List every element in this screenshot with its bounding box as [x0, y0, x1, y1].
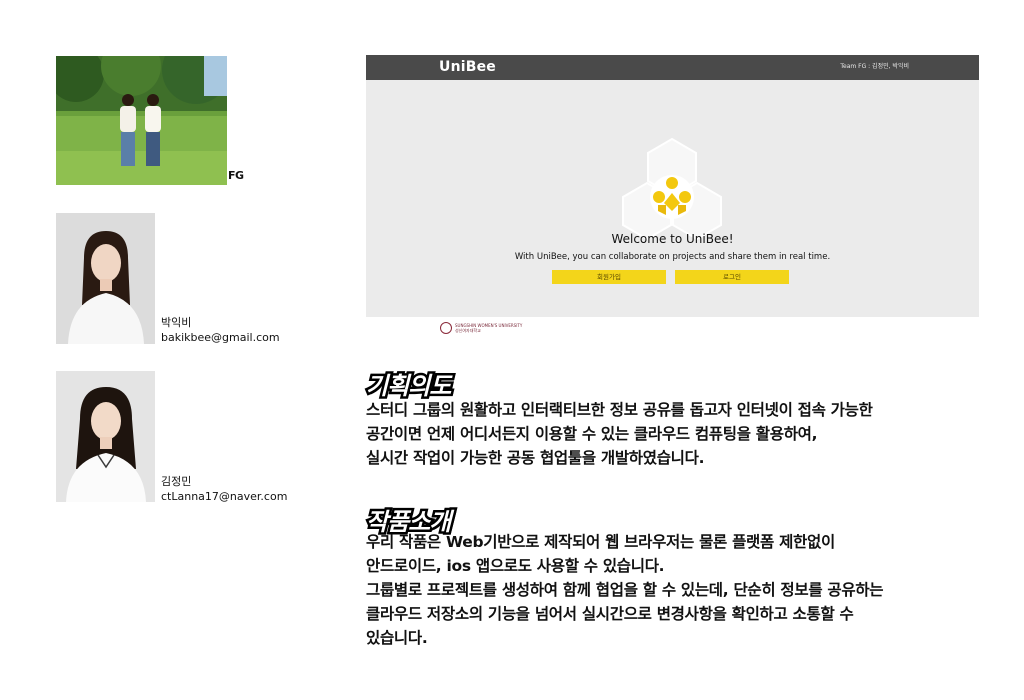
member-name: 박익비 — [161, 316, 192, 329]
plan-line: 공간이면 언제 어디서든지 이용할 수 있는 클라우드 컴퓨팅을 활용하여, — [366, 425, 818, 443]
member-photo — [56, 213, 155, 344]
intro-line: 우리 작품은 Web기반으로 제작되어 웹 브라우저는 물론 플랫폼 제한없이 — [366, 533, 835, 551]
member-name: 김정민 — [161, 475, 192, 488]
university-name: SUNGSHIN WOMEN'S UNIVERSITY 성신여자대학교 — [455, 323, 522, 333]
intro-line: 클라우드 저장소의 기능을 넘어서 실시간으로 변경사항을 확인하고 소통할 수 — [366, 605, 854, 623]
member-info: 박익비 bakikbee@gmail.com — [161, 315, 280, 345]
member-photo — [56, 371, 155, 502]
intro-line: 안드로이드, ios 앱으로도 사용할 수 있습니다. — [366, 557, 665, 575]
intro-line: 있습니다. — [366, 629, 428, 647]
app-logo: UniBee — [439, 59, 496, 75]
intro-section-body: 우리 작품은 Web기반으로 제작되어 웹 브라우저는 물론 플랫폼 제한없이 … — [366, 530, 884, 650]
plan-section-body: 스터디 그룹의 원활하고 인터랙티브한 정보 공유를 돕고자 인터넷이 접속 가… — [366, 398, 873, 470]
app-team-text: Team FG : 김정민, 박익비 — [840, 63, 909, 70]
member-email: bakikbee@gmail.com — [161, 331, 280, 344]
app-header-bar: UniBee Team FG : 김정민, 박익비 — [366, 55, 979, 80]
login-button[interactable]: 로그인 — [675, 270, 789, 284]
app-description: With UniBee, you can collaborate on proj… — [514, 252, 831, 262]
team-group-photo — [56, 56, 227, 185]
plan-section-title: 기획의도 — [363, 370, 453, 403]
member-info: 김정민 ctLanna17@naver.com — [161, 474, 287, 504]
member-email: ctLanna17@naver.com — [161, 490, 288, 503]
plan-line: 스터디 그룹의 원활하고 인터랙티브한 정보 공유를 돕고자 인터넷이 접속 가… — [366, 401, 873, 419]
university-seal-icon — [440, 322, 452, 334]
app-screenshot: UniBee Team FG : 김정민, 박익비 Welcome to Uni… — [366, 55, 979, 344]
app-footer: SUNGSHIN WOMEN'S UNIVERSITY 성신여자대학교 — [366, 317, 979, 344]
intro-line: 그룹별로 프로젝트를 생성하여 함께 협업을 할 수 있는데, 단순히 정보를 … — [366, 581, 884, 599]
team-label: FG — [228, 169, 244, 182]
university-name-kr: 성신여자대학교 — [455, 328, 481, 333]
app-welcome-heading: Welcome to UniBee! — [611, 232, 734, 246]
plan-line: 실시간 작업이 가능한 공동 협업툴을 개발하였습니다. — [366, 449, 705, 467]
signup-button[interactable]: 회원가입 — [552, 270, 666, 284]
